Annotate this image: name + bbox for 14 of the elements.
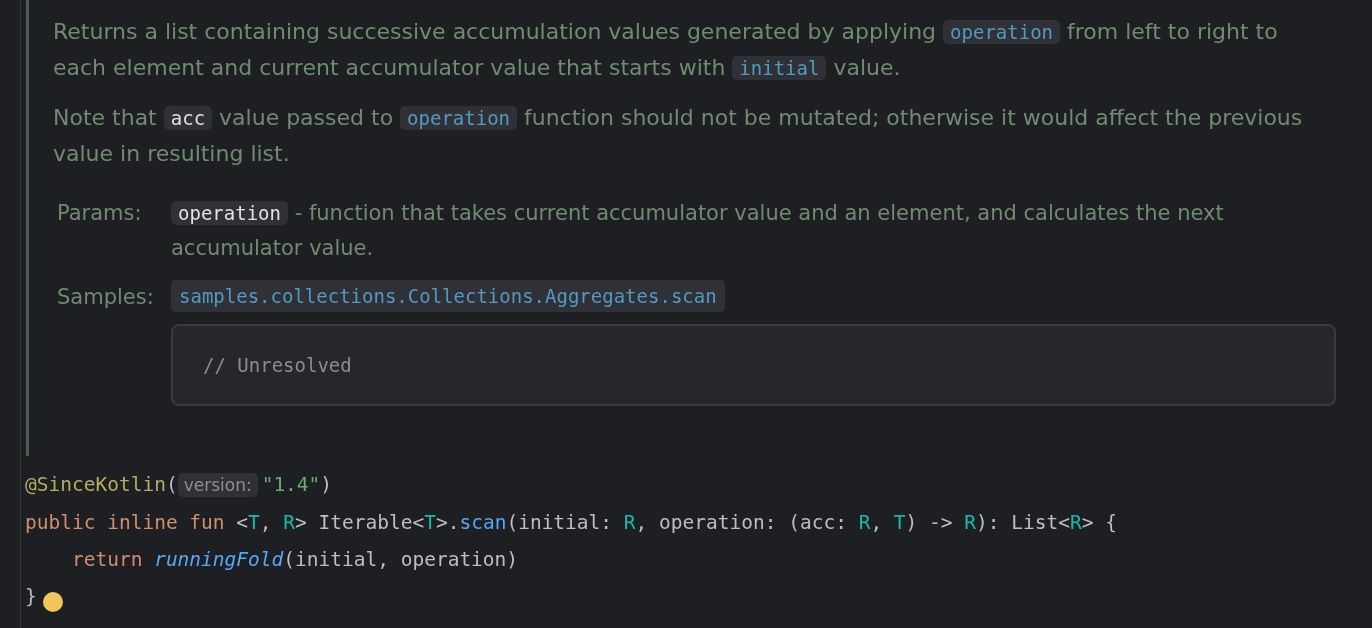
doc-paragraph: Returns a list containing successive accumulation values generated by applying operation from left to right to each element and current accumulator value that starts with initial value. xyxy=(53,18,1279,82)
sample-link[interactable]: samples.collections.Collections.Aggregates.scan xyxy=(171,280,725,312)
code-line: } xyxy=(25,584,37,610)
code-line: public inline fun <T, R> Iterable<T>.scan(initial: R, operation: (acc: R, T) -> R): List<R> { xyxy=(25,510,1117,536)
samples-label: Samples: xyxy=(56,284,155,311)
code-link[interactable]: operation xyxy=(400,106,518,130)
code-line: @SinceKotlin( version: "1.4") xyxy=(25,472,333,499)
params-label: Params: xyxy=(56,200,143,227)
code-link[interactable]: operation xyxy=(943,20,1060,44)
doc-paragraph: Note that acc value passed to operation function should not be mutated; otherwise it would affect the previous value in resulting list. xyxy=(53,104,1304,168)
param-description: operation - function that takes current accumulator value and an element, and calculates the next accumulator value. xyxy=(171,200,1225,262)
sample-code-block: // Unresolved xyxy=(171,324,1336,406)
code-link[interactable]: initial xyxy=(732,56,827,80)
code-line: return runningFold(initial, operation) xyxy=(70,547,519,573)
